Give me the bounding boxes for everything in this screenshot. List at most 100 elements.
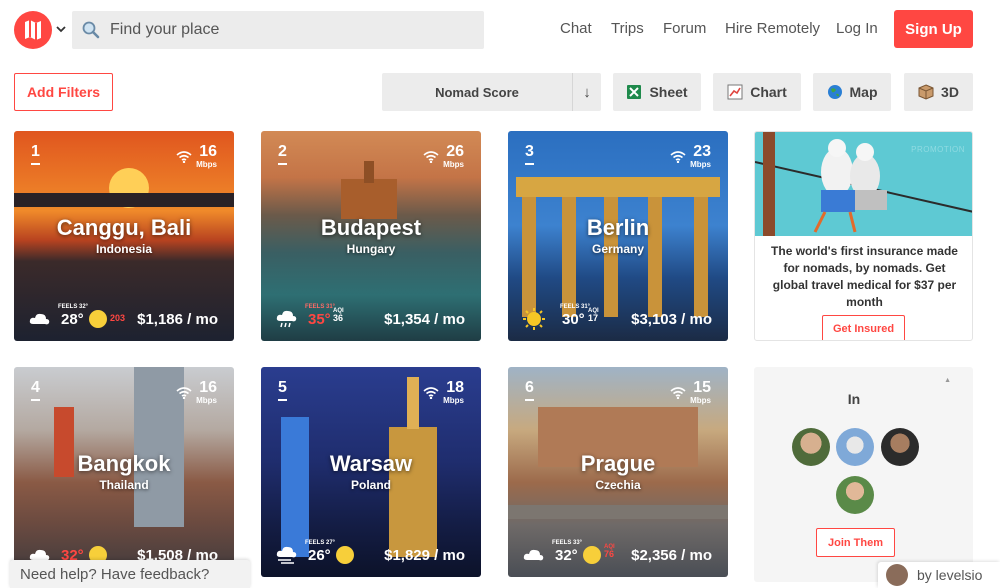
search-bar[interactable] <box>72 11 484 49</box>
nav-hire-remotely[interactable]: Hire Remotely <box>725 20 820 37</box>
city-card-canggu[interactable]: 1 16 Mbps Canggu, Bali Indonesia FEELS 32… <box>14 131 234 341</box>
chart-icon <box>727 84 743 100</box>
city-rank: 1 <box>31 143 40 165</box>
members-in-city-panel: ▲ In Join Them <box>754 367 973 582</box>
internet-speed: 23 Mbps <box>690 143 711 169</box>
city-card-prague[interactable]: 6 15 Mbps Prague Czechia FEELS 33° 32° AQ… <box>508 367 728 577</box>
search-input[interactable] <box>110 21 470 39</box>
internet-speed: 16 Mbps <box>196 379 217 405</box>
view-sheet-label: Sheet <box>649 84 688 100</box>
smiley-face-icon <box>336 546 354 564</box>
wifi-icon <box>423 387 439 399</box>
cost-of-living: $3,103 / mo <box>631 311 712 328</box>
add-filters-button[interactable]: Add Filters <box>14 73 113 111</box>
promotion-tag: PROMOTION <box>911 145 965 154</box>
nav-chat[interactable]: Chat <box>560 20 592 37</box>
air-quality-index: 76 <box>604 549 615 559</box>
member-avatar[interactable] <box>836 428 874 466</box>
sign-up-button[interactable]: Sign Up <box>894 10 973 48</box>
smiley-face-icon <box>89 310 107 328</box>
horizon-silhouette <box>14 193 234 207</box>
temperature: 32° <box>555 547 578 564</box>
author-avatar <box>886 564 908 586</box>
sort-label[interactable]: Nomad Score <box>382 73 572 111</box>
wifi-icon <box>176 387 192 399</box>
city-rank: 6 <box>525 379 534 401</box>
city-card-budapest[interactable]: 2 26 Mbps Budapest Hungary FEELS 31° 35° … <box>261 131 481 341</box>
insurance-promotion[interactable]: PROMOTION The world's first insurance ma… <box>754 131 973 341</box>
join-them-button[interactable]: Join Them <box>816 528 895 557</box>
city-card-warsaw[interactable]: 5 18 Mbps Warsaw Poland FEELS 27° 26° $1,… <box>261 367 481 577</box>
view-map-button[interactable]: Map <box>813 73 891 111</box>
view-3d-label: 3D <box>941 84 959 100</box>
get-insured-button[interactable]: Get Insured <box>822 315 905 340</box>
view-map-label: Map <box>849 84 878 100</box>
city-rank: 2 <box>278 143 287 165</box>
author-byline[interactable]: by levelsio <box>878 562 1000 588</box>
temperature: 28° <box>61 311 84 328</box>
city-card-berlin[interactable]: 3 23 Mbps Berlin Germany FEELS 31° 30° AQ… <box>508 131 728 341</box>
members-title: In <box>847 391 861 407</box>
city-name: Warsaw <box>329 451 413 476</box>
feels-like: FEELS 33° <box>552 540 583 546</box>
temperature: 26° <box>308 547 331 564</box>
feels-like: FEELS 31° <box>305 304 336 310</box>
cost-of-living: $1,186 / mo <box>137 311 218 328</box>
sort-direction-button[interactable]: ↓ <box>573 73 601 111</box>
feedback-widget[interactable]: Need help? Have feedback? <box>10 560 250 588</box>
chevron-down-icon[interactable] <box>55 22 67 36</box>
cost-of-living: $1,829 / mo <box>384 547 465 564</box>
bridge-graphic <box>508 505 728 519</box>
author-name: by levelsio <box>917 567 983 583</box>
feels-like: FEELS 31° <box>560 304 591 310</box>
city-rank: 4 <box>31 379 40 401</box>
member-avatar[interactable] <box>792 428 830 466</box>
nomadlist-logo[interactable] <box>14 11 52 49</box>
spreadsheet-icon <box>627 85 642 99</box>
gate-entablature <box>516 177 720 197</box>
air-quality-index: 36 <box>333 313 344 323</box>
member-avatar[interactable] <box>836 476 874 514</box>
wifi-icon <box>423 151 439 163</box>
feels-like: FEELS 27° <box>305 540 336 546</box>
temperature: 30° <box>562 311 585 328</box>
cost-of-living: $1,354 / mo <box>384 311 465 328</box>
nav-log-in[interactable]: Log In <box>836 20 878 37</box>
country-name: Germany <box>591 242 645 256</box>
spire-graphic <box>407 377 419 429</box>
sort-dropdown[interactable]: Nomad Score ↓ <box>382 73 601 111</box>
nav-forum[interactable]: Forum <box>663 20 706 37</box>
palace-graphic <box>389 427 437 557</box>
view-sheet-button[interactable]: Sheet <box>613 73 701 111</box>
city-name: Budapest <box>320 215 422 240</box>
member-avatar[interactable] <box>881 428 919 466</box>
city-name: Canggu, Bali <box>56 215 192 240</box>
smiley-face-icon <box>583 546 601 564</box>
internet-speed: 15 Mbps <box>690 379 711 405</box>
scroll-up-arrow-icon[interactable]: ▲ <box>944 377 951 384</box>
air-quality-index: 17 <box>588 313 599 323</box>
rain-cloud-icon <box>276 310 297 328</box>
city-name: Bangkok <box>77 451 171 476</box>
city-name: Berlin <box>586 215 650 240</box>
nav-trips[interactable]: Trips <box>611 20 644 37</box>
parliament-graphic <box>341 179 397 219</box>
cost-of-living: $2,356 / mo <box>631 547 712 564</box>
promo-text: The world's first insurance made for nom… <box>771 244 958 309</box>
city-card-bangkok[interactable]: 4 16 Mbps Bangkok Thailand 32° $1,508 / m… <box>14 367 234 577</box>
city-rank: 3 <box>525 143 534 165</box>
sun-icon <box>523 308 545 330</box>
promo-illustration: PROMOTION <box>755 132 972 236</box>
feels-like: FEELS 32° <box>58 304 89 310</box>
view-chart-button[interactable]: Chart <box>713 73 801 111</box>
search-icon <box>82 21 100 39</box>
city-name: Prague <box>580 451 656 476</box>
temperature: 35° <box>308 311 331 328</box>
country-name: Czechia <box>595 478 641 492</box>
cloud-wind-icon <box>276 546 297 564</box>
city-rank: 5 <box>278 379 287 401</box>
internet-speed: 26 Mbps <box>443 143 464 169</box>
internet-speed: 18 Mbps <box>443 379 464 405</box>
map-logo-icon <box>25 20 41 40</box>
view-3d-button[interactable]: 3D <box>904 73 973 111</box>
